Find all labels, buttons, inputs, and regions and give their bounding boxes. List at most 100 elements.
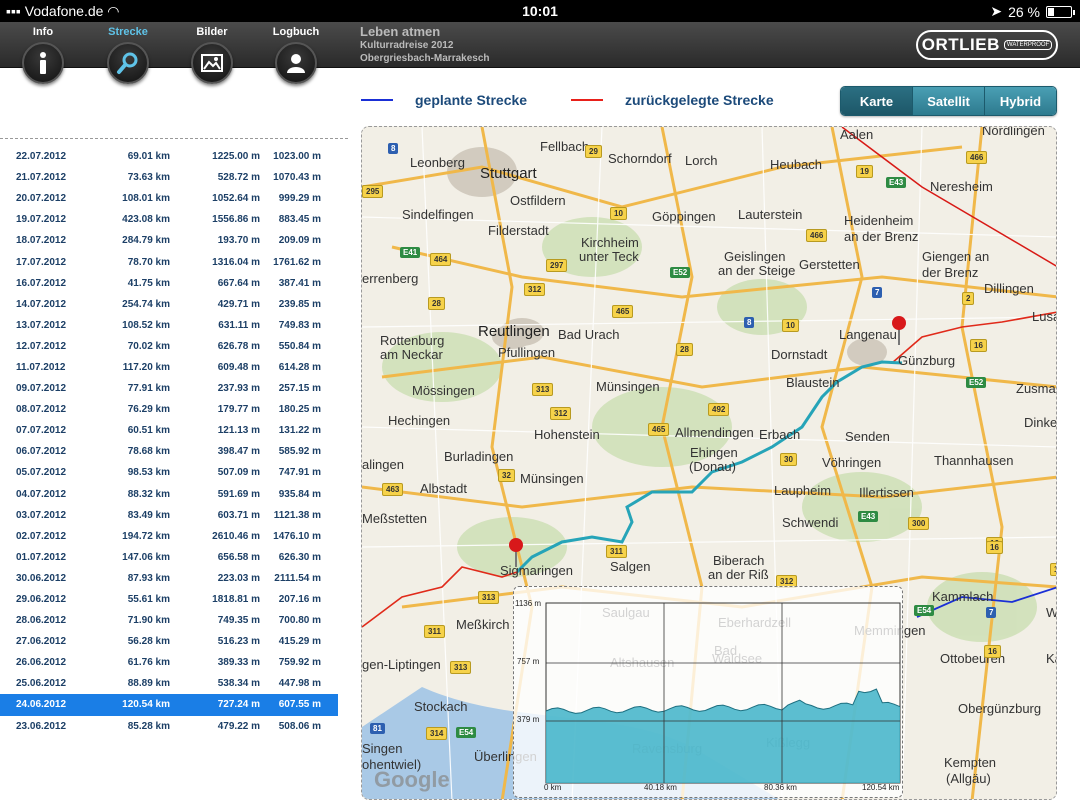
road-shield: 16 xyxy=(986,541,1003,554)
road-shield: 16 xyxy=(984,645,1001,658)
legend-planned: geplante Strecke xyxy=(361,92,527,108)
log-distance: 76.29 km xyxy=(127,404,170,416)
log-row[interactable]: 06.07.2012 78.68 km 398.47 m 585.92 m xyxy=(0,441,338,462)
road-shield: 313 xyxy=(478,591,500,604)
log-row[interactable]: 08.07.2012 76.29 km 179.77 m 180.25 m xyxy=(0,399,338,420)
log-distance: 88.89 km xyxy=(127,678,170,690)
log-row[interactable]: 19.07.2012 423.08 km 1556.86 m 883.45 m xyxy=(0,209,338,230)
log-ascent: 727.24 m xyxy=(217,699,260,711)
map-city-label: Lorch xyxy=(685,153,718,168)
log-row[interactable]: 11.07.2012 117.20 km 609.48 m 614.28 m xyxy=(0,357,338,378)
nav-logbuch-label: Logbuch xyxy=(272,26,320,38)
elev-y-tick-mid: 757 m xyxy=(517,657,540,666)
log-distance: 120.54 km xyxy=(122,699,170,711)
top-bar: Info Strecke Bilder Logbuch Leben atmen … xyxy=(0,22,1080,84)
map-city-label: Dornstadt xyxy=(771,347,828,362)
nav-strecke-label: Strecke xyxy=(108,26,148,38)
log-ascent: 656.58 m xyxy=(217,551,260,563)
road-shield: 313 xyxy=(532,383,554,396)
nav-strecke-button[interactable]: Strecke xyxy=(86,22,170,92)
map-city-label: Kaufb xyxy=(1046,651,1056,666)
log-distance: 71.90 km xyxy=(127,615,170,627)
log-row[interactable]: 14.07.2012 254.74 km 429.71 m 239.85 m xyxy=(0,294,338,315)
log-row[interactable]: 30.06.2012 87.93 km 223.03 m 2111.54 m xyxy=(0,568,338,589)
log-row[interactable]: 01.07.2012 147.06 km 656.58 m 626.30 m xyxy=(0,547,338,568)
road-shield: 312 xyxy=(550,407,572,420)
map-mode-karte[interactable]: Karte xyxy=(841,87,912,115)
log-date: 27.06.2012 xyxy=(16,636,67,648)
log-descent: 257.15 m xyxy=(278,383,321,395)
map-mode-control: Karte Satellit Hybrid xyxy=(840,86,1057,116)
clock: 10:01 xyxy=(522,3,558,19)
map-city-label: Senden xyxy=(845,429,890,444)
log-row[interactable]: 13.07.2012 108.52 km 631.11 m 749.83 m xyxy=(0,315,338,336)
status-right: ➤ 26 % xyxy=(990,3,1075,20)
log-ascent: 528.72 m xyxy=(217,172,260,184)
map-city-label: Laupheim xyxy=(774,483,832,498)
log-descent: 585.92 m xyxy=(278,446,321,458)
log-descent: 759.92 m xyxy=(278,657,321,669)
map-city-label: Sindelfingen xyxy=(402,207,474,222)
map-city-label: am Neckar xyxy=(380,347,443,362)
nav-logbuch-button[interactable]: Logbuch xyxy=(254,22,338,92)
map-city-label: Neresheim xyxy=(930,179,993,194)
log-row[interactable]: 17.07.2012 78.70 km 1316.04 m 1761.62 m xyxy=(0,251,338,272)
road-shield: E41 xyxy=(400,247,421,258)
road-shield: 10 xyxy=(610,207,627,220)
log-row[interactable]: 28.06.2012 71.90 km 749.35 m 700.80 m xyxy=(0,610,338,631)
map-city-label: Dinkelsch xyxy=(1024,415,1057,430)
log-row[interactable]: 03.07.2012 83.49 km 603.71 m 1121.38 m xyxy=(0,505,338,526)
map-city-label: Wörishe xyxy=(1046,605,1056,620)
log-row[interactable]: 27.06.2012 56.28 km 516.23 m 415.29 m xyxy=(0,631,338,652)
log-row[interactable]: 04.07.2012 88.32 km 591.69 m 935.84 m xyxy=(0,484,338,505)
nav-info-button[interactable]: Info xyxy=(1,22,85,92)
road-shield: 28 xyxy=(676,343,693,356)
log-row[interactable]: 29.06.2012 55.61 km 1818.81 m 207.16 m xyxy=(0,589,338,610)
elev-x-tick-0: 0 km xyxy=(544,783,562,792)
map-city-label: Dillingen xyxy=(984,281,1034,296)
map-city-label: Heidenheim xyxy=(844,213,914,228)
map-city-label: Sigmaringen xyxy=(500,563,573,578)
log-row[interactable]: 12.07.2012 70.02 km 626.78 m 550.84 m xyxy=(0,336,338,357)
road-shield: 7 xyxy=(872,287,883,298)
log-row[interactable]: 22.07.2012 69.01 km 1225.00 m 1023.00 m xyxy=(0,146,338,167)
log-distance: 284.79 km xyxy=(122,235,170,247)
log-row[interactable]: 21.07.2012 73.63 km 528.72 m 1070.43 m xyxy=(0,167,338,188)
log-row[interactable]: 18.07.2012 284.79 km 193.70 m 209.09 m xyxy=(0,230,338,251)
log-row[interactable]: 16.07.2012 41.75 km 667.64 m 387.41 m xyxy=(0,273,338,294)
nav-bilder-button[interactable]: Bilder xyxy=(170,22,254,92)
map-city-label: Ehingen xyxy=(690,445,738,460)
log-row[interactable]: 26.06.2012 61.76 km 389.33 m 759.92 m xyxy=(0,652,338,673)
log-row[interactable]: 24.06.2012 120.54 km 727.24 m 607.55 m xyxy=(0,694,338,716)
log-row[interactable]: 20.07.2012 108.01 km 1052.64 m 999.29 m xyxy=(0,188,338,209)
map-mode-hybrid[interactable]: Hybrid xyxy=(984,87,1056,115)
log-row[interactable]: 09.07.2012 77.91 km 237.93 m 257.15 m xyxy=(0,378,338,399)
log-descent: 614.28 m xyxy=(278,361,321,373)
log-date: 22.07.2012 xyxy=(16,151,67,163)
road-shield: 311 xyxy=(606,545,627,558)
map-city-label: Gerstetten xyxy=(799,257,860,272)
log-date: 01.07.2012 xyxy=(16,551,67,563)
log-row[interactable]: 02.07.2012 194.72 km 2610.46 m 1476.10 m xyxy=(0,526,338,547)
map-city-label: Aalen xyxy=(840,127,874,142)
log-date: 05.07.2012 xyxy=(16,467,67,479)
map-city-label: gen-Liptingen xyxy=(362,657,441,672)
map-city-label: Stuttgart xyxy=(480,165,537,182)
elevation-chart xyxy=(545,602,901,784)
map-city-label: Biberach xyxy=(713,553,765,568)
map-mode-satellit[interactable]: Satellit xyxy=(912,87,984,115)
log-descent: 607.55 m xyxy=(278,699,321,711)
log-row[interactable]: 23.06.2012 85.28 km 479.22 m 508.06 m xyxy=(0,716,338,737)
log-row[interactable]: 25.06.2012 88.89 km 538.34 m 447.98 m xyxy=(0,673,338,694)
map-city-label: Fellbach xyxy=(540,139,590,154)
legend-traveled: zurückgelegte Strecke xyxy=(571,92,774,108)
log-row[interactable]: 05.07.2012 98.53 km 507.09 m 747.91 m xyxy=(0,462,338,483)
map-city-label: Lauterstein xyxy=(738,207,803,222)
road-shield: 463 xyxy=(382,483,404,496)
planned-label: geplante Strecke xyxy=(415,92,528,108)
pictures-icon xyxy=(191,42,233,84)
map-city-label: Meßkirch xyxy=(456,617,510,632)
list-divider xyxy=(0,138,348,139)
log-date: 12.07.2012 xyxy=(16,340,67,352)
log-row[interactable]: 07.07.2012 60.51 km 121.13 m 131.22 m xyxy=(0,420,338,441)
